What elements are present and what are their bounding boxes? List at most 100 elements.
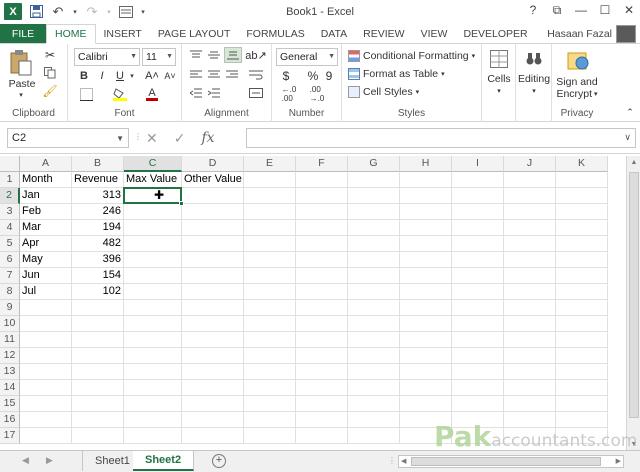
cell-g1[interactable] bbox=[348, 172, 400, 188]
cell-d2[interactable] bbox=[182, 188, 244, 204]
row-header-10[interactable]: 10 bbox=[0, 316, 20, 332]
horizontal-scroll-thumb[interactable] bbox=[411, 457, 601, 466]
cell-f1[interactable] bbox=[296, 172, 348, 188]
cell-k8[interactable] bbox=[556, 284, 608, 300]
cell-h11[interactable] bbox=[400, 332, 452, 348]
increase-indent-icon[interactable] bbox=[206, 86, 222, 100]
cell-c7[interactable] bbox=[124, 268, 182, 284]
cell-f3[interactable] bbox=[296, 204, 348, 220]
cell-h5[interactable] bbox=[400, 236, 452, 252]
cell-f4[interactable] bbox=[296, 220, 348, 236]
tab-data[interactable]: DATA bbox=[313, 24, 355, 43]
cell-i1[interactable] bbox=[452, 172, 504, 188]
tab-home[interactable]: HOME bbox=[46, 24, 96, 44]
cell-e11[interactable] bbox=[244, 332, 296, 348]
cell-c3[interactable] bbox=[124, 204, 182, 220]
next-sheet-icon[interactable]: ▶ bbox=[46, 455, 53, 466]
cell-e1[interactable] bbox=[244, 172, 296, 188]
cell-i4[interactable] bbox=[452, 220, 504, 236]
cell-b1[interactable]: Revenue bbox=[72, 172, 124, 188]
cell-e6[interactable] bbox=[244, 252, 296, 268]
tab-splitter-icon[interactable]: ⋮ bbox=[388, 456, 396, 465]
cell-j10[interactable] bbox=[504, 316, 556, 332]
cell-k14[interactable] bbox=[556, 380, 608, 396]
formula-input[interactable]: ∨ bbox=[246, 128, 636, 148]
cell-b9[interactable] bbox=[72, 300, 124, 316]
cell-g2[interactable] bbox=[348, 188, 400, 204]
cell-f17[interactable] bbox=[296, 428, 348, 444]
scroll-right-icon[interactable]: ▶ bbox=[616, 457, 621, 465]
cell-b14[interactable] bbox=[72, 380, 124, 396]
cell-j12[interactable] bbox=[504, 348, 556, 364]
prev-sheet-icon[interactable]: ◀ bbox=[22, 455, 29, 466]
binoculars-icon[interactable] bbox=[524, 48, 544, 70]
cell-k6[interactable] bbox=[556, 252, 608, 268]
wrap-text-icon[interactable] bbox=[246, 68, 266, 82]
cell-f15[interactable] bbox=[296, 396, 348, 412]
row-header-8[interactable]: 8 bbox=[0, 284, 20, 300]
cell-k7[interactable] bbox=[556, 268, 608, 284]
format-painter-icon[interactable]: 🖌 bbox=[42, 84, 58, 98]
cell-c8[interactable] bbox=[124, 284, 182, 300]
tab-view[interactable]: VIEW bbox=[413, 24, 456, 43]
cell-e9[interactable] bbox=[244, 300, 296, 316]
paste-dropdown-icon[interactable]: ▾ bbox=[14, 90, 28, 100]
cell-h2[interactable] bbox=[400, 188, 452, 204]
horizontal-scrollbar[interactable]: ◀ ▶ bbox=[398, 455, 624, 468]
cell-k15[interactable] bbox=[556, 396, 608, 412]
tab-page-layout[interactable]: PAGE LAYOUT bbox=[150, 24, 239, 43]
cell-h15[interactable] bbox=[400, 396, 452, 412]
name-box[interactable]: C2 ▼ bbox=[7, 128, 129, 148]
cell-f13[interactable] bbox=[296, 364, 348, 380]
align-middle-icon[interactable] bbox=[206, 48, 222, 62]
align-left-icon[interactable] bbox=[188, 68, 204, 82]
cell-d7[interactable] bbox=[182, 268, 244, 284]
cell-g14[interactable] bbox=[348, 380, 400, 396]
cell-c6[interactable] bbox=[124, 252, 182, 268]
increase-font-button[interactable]: A˄ bbox=[144, 68, 160, 84]
avatar[interactable] bbox=[616, 25, 636, 43]
cell-k5[interactable] bbox=[556, 236, 608, 252]
align-top-icon[interactable] bbox=[188, 48, 204, 62]
cell-c15[interactable] bbox=[124, 396, 182, 412]
help-button[interactable]: ? bbox=[526, 3, 540, 18]
cell-k1[interactable] bbox=[556, 172, 608, 188]
chevron-down-icon[interactable]: ▾ bbox=[494, 86, 504, 96]
cell-f7[interactable] bbox=[296, 268, 348, 284]
cell-c16[interactable] bbox=[124, 412, 182, 428]
cell-i9[interactable] bbox=[452, 300, 504, 316]
column-header-b[interactable]: B bbox=[72, 156, 124, 172]
row-header-14[interactable]: 14 bbox=[0, 380, 20, 396]
cell-j3[interactable] bbox=[504, 204, 556, 220]
cell-j7[interactable] bbox=[504, 268, 556, 284]
cell-c4[interactable] bbox=[124, 220, 182, 236]
cell-i10[interactable] bbox=[452, 316, 504, 332]
row-header-4[interactable]: 4 bbox=[0, 220, 20, 236]
cell-h13[interactable] bbox=[400, 364, 452, 380]
column-header-d[interactable]: D bbox=[182, 156, 244, 172]
cell-b2[interactable]: 313 bbox=[72, 188, 124, 204]
cell-i11[interactable] bbox=[452, 332, 504, 348]
expand-formula-bar-icon[interactable]: ∨ bbox=[624, 132, 631, 143]
cell-g4[interactable] bbox=[348, 220, 400, 236]
cell-a8[interactable]: Jul bbox=[20, 284, 72, 300]
increase-decimal-icon[interactable]: ←.0.00 bbox=[278, 85, 300, 103]
decrease-indent-icon[interactable] bbox=[188, 86, 204, 100]
cell-i8[interactable] bbox=[452, 284, 504, 300]
cell-f12[interactable] bbox=[296, 348, 348, 364]
tab-file[interactable]: FILE bbox=[0, 24, 46, 43]
cell-j1[interactable] bbox=[504, 172, 556, 188]
cell-g6[interactable] bbox=[348, 252, 400, 268]
vertical-scrollbar[interactable]: ▲ ▼ bbox=[626, 156, 640, 452]
bold-button[interactable]: B bbox=[76, 68, 92, 84]
row-header-16[interactable]: 16 bbox=[0, 412, 20, 428]
cell-f14[interactable] bbox=[296, 380, 348, 396]
cell-e17[interactable] bbox=[244, 428, 296, 444]
cells-button[interactable]: Cells bbox=[482, 72, 516, 86]
italic-button[interactable]: I bbox=[94, 68, 110, 84]
cell-h12[interactable] bbox=[400, 348, 452, 364]
row-header-17[interactable]: 17 bbox=[0, 428, 20, 444]
cell-a7[interactable]: Jun bbox=[20, 268, 72, 284]
ribbon-display-options-button[interactable]: ⧉ bbox=[550, 3, 564, 18]
user-name[interactable]: Hasaan Fazal bbox=[547, 28, 612, 40]
